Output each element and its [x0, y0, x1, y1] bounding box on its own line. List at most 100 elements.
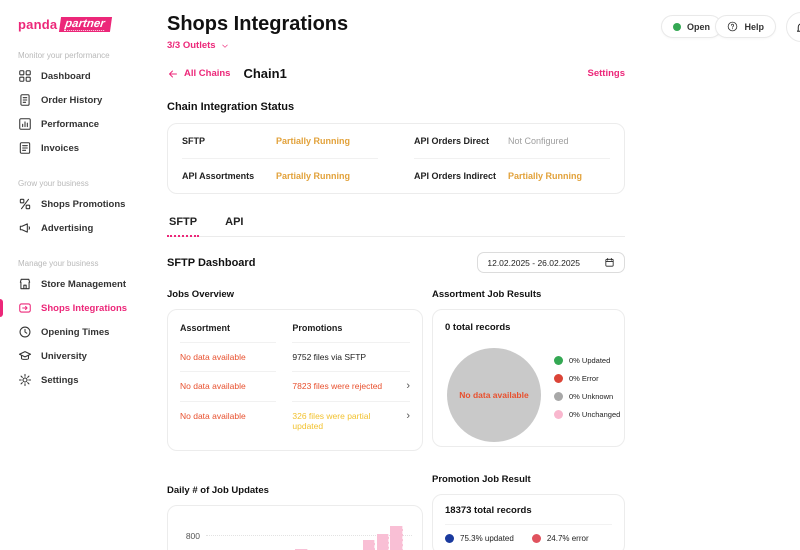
arrow-left-icon	[167, 68, 179, 80]
empty-donut-chart: No data available	[447, 348, 541, 442]
sidebar-item-label: Invoices	[41, 143, 79, 154]
legend-item: 0% Updated	[554, 356, 620, 365]
status-value: Partially Running	[508, 171, 582, 181]
page-title: Shops Integrations	[167, 13, 348, 36]
no-data-label: No data available	[459, 390, 528, 400]
integrations-icon	[18, 301, 32, 315]
daily-updates-block: Daily # of Job Updates 500600700800	[167, 485, 423, 550]
status-label: API Orders Indirect	[414, 171, 508, 181]
order-history-icon	[18, 93, 32, 107]
brand-name-panda: panda	[18, 17, 57, 32]
sidebar-item-invoices[interactable]: Invoices	[0, 136, 152, 160]
open-status-dot	[673, 23, 681, 31]
date-range-value: 12.02.2025 - 26.02.2025	[487, 258, 580, 268]
brand-badge: partner	[59, 17, 112, 32]
sidebar-item-label: Opening Times	[41, 327, 109, 338]
jobs-column-header: Assortment	[180, 314, 276, 342]
integration-status-title: Chain Integration Status	[167, 101, 625, 113]
chain-header: All Chains Chain1 Settings	[167, 66, 625, 81]
status-label: API Orders Direct	[414, 136, 508, 146]
date-range-picker[interactable]: 12.02.2025 - 26.02.2025	[477, 252, 625, 273]
sidebar-item-shops-integrations[interactable]: Shops Integrations	[0, 296, 152, 320]
legend-dot	[554, 374, 563, 383]
sidebar-item-opening-times[interactable]: Opening Times	[0, 320, 152, 344]
brand-logo[interactable]: panda partner	[0, 0, 152, 32]
jobs-overview-title: Jobs Overview	[167, 289, 423, 300]
promotion-result-card: 18373 total records 75.3% updated24.7% e…	[432, 494, 625, 550]
calendar-icon	[604, 257, 615, 268]
sidebar-item-shops-promotions[interactable]: Shops Promotions	[0, 192, 152, 216]
right-column: Assortment Job Results 0 total records N…	[432, 289, 625, 550]
sidebar-item-performance[interactable]: Performance	[0, 112, 152, 136]
sidebar-section-label: Monitor your performance	[18, 51, 152, 60]
gear-icon	[18, 373, 32, 387]
sidebar-item-label: Order History	[41, 95, 102, 106]
legend-dot	[554, 356, 563, 365]
bar-chart-plot: 500600700800	[206, 520, 412, 550]
promotion-legend: 75.3% updated 24.7% error	[445, 534, 612, 543]
sidebar-item-label: Shops Integrations	[41, 303, 127, 314]
advertising-icon	[18, 221, 32, 235]
sidebar-item-label: University	[41, 351, 87, 362]
jobs-column-header: Promotions	[292, 314, 410, 342]
sidebar-item-order-history[interactable]: Order History	[0, 88, 152, 112]
sidebar: panda partner Monitor your performance Da…	[0, 0, 152, 550]
tab-api[interactable]: API	[223, 216, 245, 236]
legend-item: 0% Unknown	[554, 392, 620, 401]
legend-label: 0% Error	[569, 374, 599, 383]
tab-bar: SFTP API	[167, 216, 625, 237]
status-value: Partially Running	[276, 171, 350, 181]
question-icon	[727, 21, 738, 32]
sidebar-item-settings[interactable]: Settings	[0, 368, 152, 392]
sidebar-item-label: Shops Promotions	[41, 199, 125, 210]
notifications-button[interactable]	[786, 12, 800, 42]
jobs-promotion-cell: 9752 files via SFTP	[292, 342, 410, 371]
open-status-button[interactable]: Open	[661, 15, 722, 38]
promotion-result-block: Promotion Job Result 18373 total records…	[432, 474, 625, 550]
store-icon	[18, 277, 32, 291]
back-to-all-chains-link[interactable]: All Chains	[167, 68, 230, 80]
chain-settings-link[interactable]: Settings	[588, 68, 625, 79]
chart-bar	[363, 540, 375, 550]
help-button[interactable]: Help	[715, 15, 776, 38]
legend-item: 75.3% updated	[445, 534, 514, 543]
y-axis-tick-label: 800	[170, 531, 200, 541]
status-row: API Orders DirectNot Configured	[414, 124, 610, 158]
sidebar-item-label: Dashboard	[41, 71, 91, 82]
sidebar-section-label: Grow your business	[18, 179, 152, 188]
outlets-dropdown[interactable]: 3/3 Outlets	[167, 40, 229, 51]
brand-name-partner: partner	[64, 18, 105, 31]
sidebar-nav: Monitor your performance Dashboard Order H…	[0, 51, 152, 392]
clock-icon	[18, 325, 32, 339]
jobs-promotion-cell[interactable]: 326 files were partial updated ›	[292, 401, 410, 440]
sidebar-item-university[interactable]: University	[0, 344, 152, 368]
sidebar-item-label: Performance	[41, 119, 99, 130]
dashboard-icon	[18, 69, 32, 83]
chevron-right-icon: ›	[400, 381, 410, 392]
open-status-label: Open	[687, 22, 710, 32]
status-label: API Assortments	[182, 171, 276, 181]
legend-label: 75.3% updated	[460, 534, 514, 543]
status-value: Partially Running	[276, 136, 350, 146]
sidebar-item-label: Settings	[41, 375, 78, 386]
sidebar-item-label: Store Management	[41, 279, 126, 290]
status-row: SFTPPartially Running	[182, 124, 378, 158]
legend-label: 24.7% error	[547, 534, 589, 543]
sidebar-item-dashboard[interactable]: Dashboard	[0, 64, 152, 88]
chevron-right-icon: ›	[400, 411, 410, 422]
jobs-promotion-text: 326 files were partial updated	[292, 411, 393, 431]
assortment-legend: 0% Updated0% Error0% Unknown0% Unchanged	[554, 356, 620, 419]
assortment-total-records: 0 total records	[445, 322, 612, 333]
jobs-assortment-cell: No data available	[180, 401, 276, 440]
sidebar-item-store-management[interactable]: Store Management	[0, 272, 152, 296]
daily-updates-chart-card: 500600700800	[167, 505, 423, 550]
sidebar-item-advertising[interactable]: Advertising	[0, 216, 152, 240]
legend-dot	[445, 534, 454, 543]
tab-sftp[interactable]: SFTP	[167, 216, 199, 237]
back-link-label: All Chains	[184, 68, 230, 79]
jobs-promotion-cell[interactable]: 7823 files were rejected ›	[292, 371, 410, 401]
integration-status-card: SFTPPartially Running API Orders DirectNo…	[167, 123, 625, 194]
jobs-promotion-text: 7823 files were rejected	[292, 381, 382, 391]
legend-dot	[554, 410, 563, 419]
sftp-dashboard-header: SFTP Dashboard 12.02.2025 - 26.02.2025	[167, 252, 625, 273]
